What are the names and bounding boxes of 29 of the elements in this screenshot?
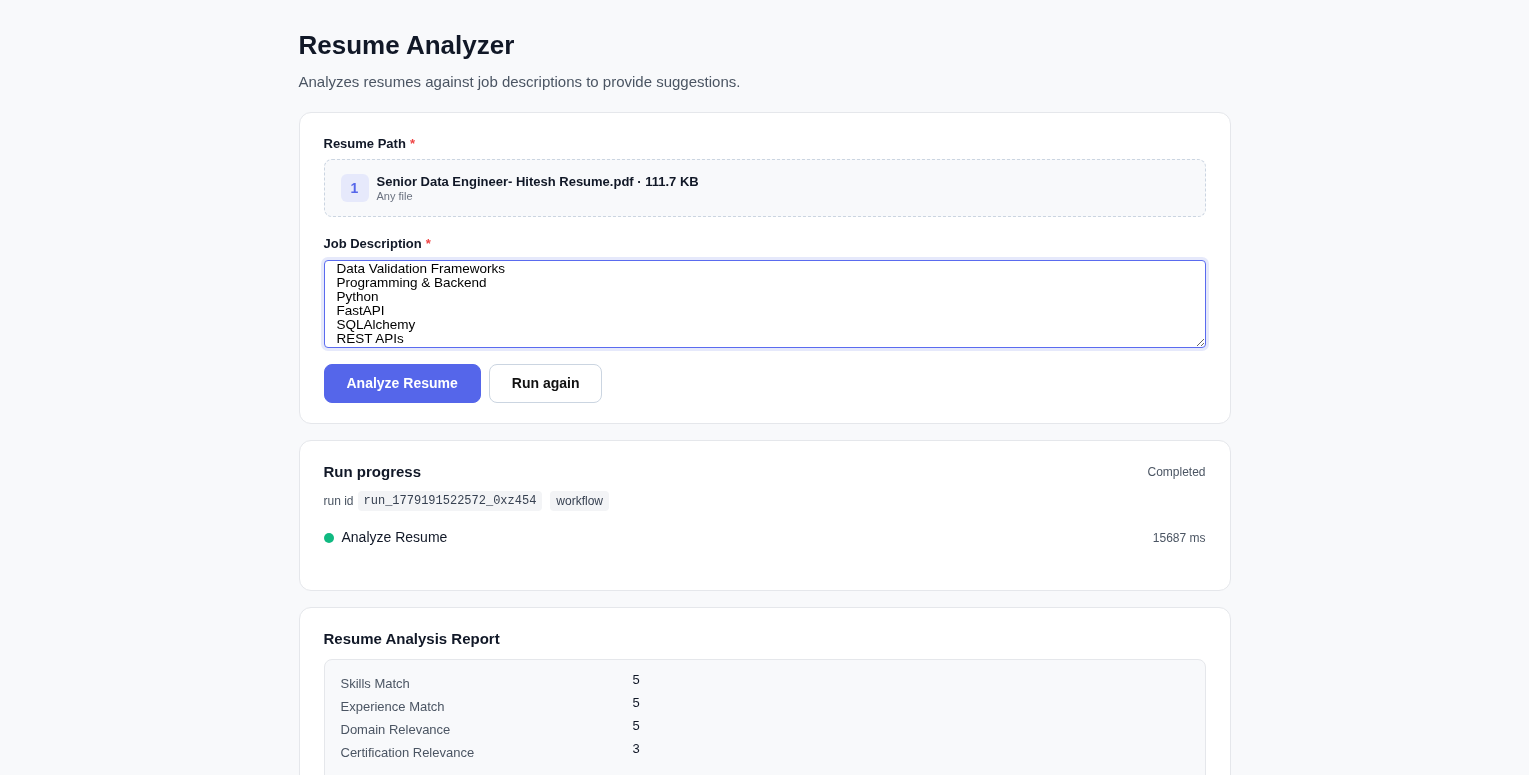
report-value: 5 <box>632 693 640 712</box>
field-label: Resume Path * <box>323 134 415 153</box>
report-value: 3 <box>632 739 640 758</box>
report-value: 5 <box>632 670 640 689</box>
job-description-field[interactable]: Data Validation Frameworks Programming & Backend Python FastAPI SQLAlchemy REST APIs <box>323 259 1206 348</box>
workflow-tag: workflow <box>550 491 610 512</box>
file-name: Senior Data Engineer- Hitesh Resume.pdf · 111.7 KB <box>376 174 699 190</box>
step-name: Analyze Resume <box>341 528 448 548</box>
analyze-button[interactable]: Analyze Resume <box>323 363 481 403</box>
report-value: 5 <box>632 716 640 735</box>
required-mark: * <box>425 236 431 252</box>
run-status: Completed <box>1147 463 1206 481</box>
run-again-button[interactable]: Run again <box>488 363 603 403</box>
field-label: Job Description * <box>323 235 431 254</box>
page-title: Resume Analyzer <box>298 30 516 62</box>
report-label: Domain Relevance <box>340 720 452 739</box>
section-title: Run progress <box>323 461 421 482</box>
report-label: Experience Match <box>340 697 446 716</box>
step-duration: 15687 ms <box>1152 529 1206 547</box>
file-drop-zone[interactable]: 1 Senior Data Engineer- Hitesh Resume.pdf · 111.7 KB Any file <box>323 159 1206 218</box>
report-label: Skills Match <box>340 674 411 693</box>
page-subtitle: Analyzes resumes against job descriptions to provide suggestions. <box>298 72 742 93</box>
run-id: run_1779191522572_0xz454 <box>357 491 543 512</box>
file-index-badge: 1 <box>340 174 369 203</box>
required-mark: * <box>409 135 415 151</box>
file-hint: Any file <box>376 189 414 203</box>
report-label: Certification Relevance <box>340 743 476 762</box>
section-title: Resume Analysis Report <box>323 629 501 650</box>
run-id-label: run id <box>323 493 354 511</box>
